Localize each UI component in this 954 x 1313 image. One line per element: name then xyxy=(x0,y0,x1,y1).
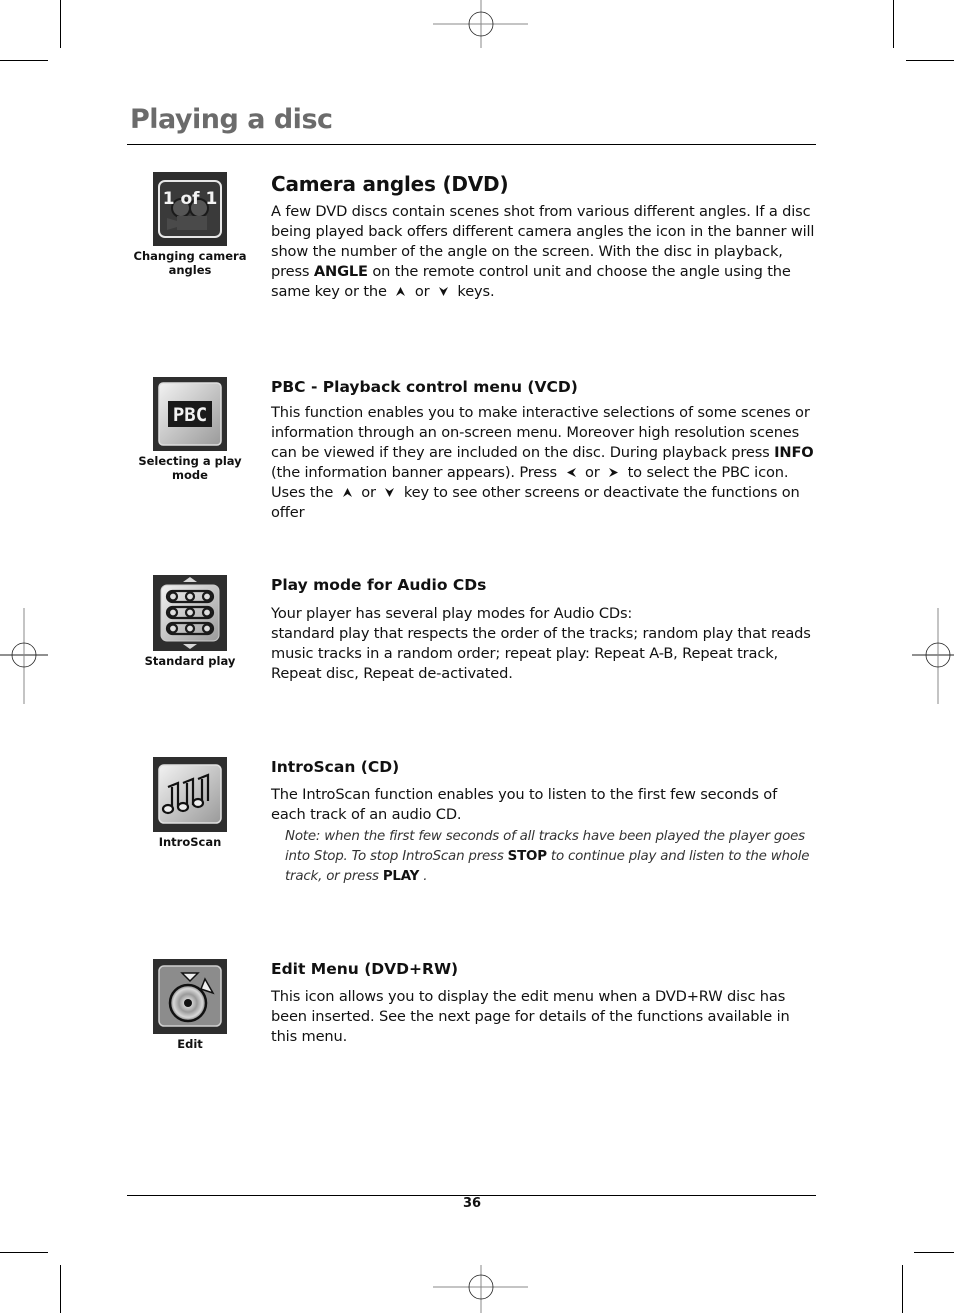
icon-column: Edit xyxy=(130,959,250,1051)
text-column: Camera angles (DVD) A few DVD discs cont… xyxy=(271,172,816,302)
section-note: Note: when the first few seconds of all … xyxy=(285,829,810,884)
crop-mark xyxy=(60,0,61,48)
icon-column: 1 of 1 Changing camera angles xyxy=(130,172,250,277)
arrow-down-icon xyxy=(385,488,395,497)
crop-mark xyxy=(893,0,894,48)
pbc-icon-text: PBC xyxy=(173,404,207,426)
key-name: STOP xyxy=(507,849,547,864)
section-body: A few DVD discs contain scenes shot from… xyxy=(271,203,815,300)
crop-mark xyxy=(902,1265,903,1313)
text-column: Edit Menu (DVD+RW) This icon allows you … xyxy=(271,959,816,1047)
key-name: ANGLE xyxy=(313,263,368,280)
icon-caption: Edit xyxy=(177,1037,203,1051)
page-number: 36 xyxy=(462,1196,482,1211)
key-name: PLAY xyxy=(382,869,420,884)
registration-mark-icon xyxy=(912,608,954,704)
section-heading: PBC - Playback control menu (VCD) xyxy=(271,378,578,396)
edit-disc-icon xyxy=(153,959,227,1034)
section-body: The IntroScan function enables you to li… xyxy=(271,786,778,823)
registration-mark-icon xyxy=(433,1265,528,1313)
icon-column: PBC Selecting a play mode xyxy=(130,377,250,482)
icon-caption: Standard play xyxy=(144,654,236,668)
header-rule xyxy=(127,144,816,145)
page-title: Playing a disc xyxy=(130,104,333,135)
section-body: This icon allows you to display the edit… xyxy=(271,988,790,1045)
standard-play-icon xyxy=(153,575,227,651)
section-body: standard play that respects the order of… xyxy=(271,625,811,682)
crop-mark xyxy=(0,1252,48,1253)
arrow-up-icon xyxy=(342,488,352,497)
section-heading: Camera angles (DVD) xyxy=(271,172,509,196)
section-body: This function enables you to make intera… xyxy=(271,404,814,521)
camera-angle-text: 1 of 1 xyxy=(163,189,218,209)
icon-column: IntroScan xyxy=(130,757,250,849)
arrow-left-icon xyxy=(566,468,576,477)
icon-caption: Selecting a play mode xyxy=(138,454,242,482)
crop-mark xyxy=(0,60,48,61)
icon-column: Standard play xyxy=(130,575,250,668)
text-column: PBC - Playback control menu (VCD) This f… xyxy=(271,377,816,523)
section-heading: IntroScan (CD) xyxy=(271,758,400,776)
text-column: Play mode for Audio CDs Your player has … xyxy=(271,575,816,684)
arrow-up-icon xyxy=(396,287,406,296)
text-column: IntroScan (CD) The IntroScan function en… xyxy=(271,757,816,887)
crop-mark xyxy=(906,60,954,61)
registration-mark-icon xyxy=(0,608,48,704)
section-heading: Edit Menu (DVD+RW) xyxy=(271,960,459,978)
crop-mark xyxy=(914,1252,954,1253)
icon-caption: IntroScan xyxy=(158,835,222,849)
crop-mark xyxy=(60,1265,61,1313)
section-heading: Play mode for Audio CDs xyxy=(271,576,487,594)
camera-angle-icon: 1 of 1 xyxy=(153,172,227,246)
key-name: INFO xyxy=(774,444,814,461)
arrow-right-icon xyxy=(609,468,619,477)
registration-mark-icon xyxy=(433,0,528,48)
pbc-icon: PBC xyxy=(153,377,227,451)
icon-caption: Changing camera angles xyxy=(133,249,247,277)
arrow-down-icon xyxy=(438,287,448,296)
section-body-intro: Your player has several play modes for A… xyxy=(271,605,633,622)
introscan-music-notes-icon xyxy=(153,757,227,832)
